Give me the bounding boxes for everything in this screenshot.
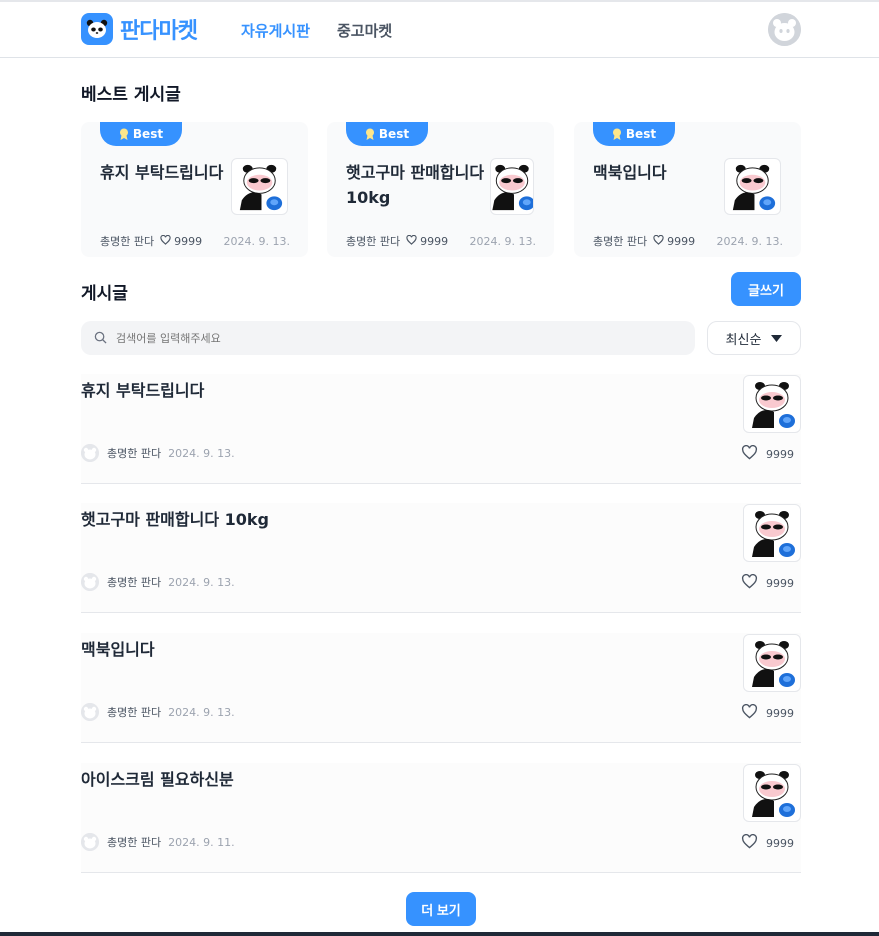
best-card-date: 2024. 9. 13. — [469, 234, 536, 248]
medal-icon — [365, 128, 375, 140]
panda-thumbnail — [743, 504, 801, 562]
caret-down-icon — [771, 331, 783, 346]
search-icon — [94, 329, 107, 348]
avatar — [81, 573, 99, 591]
post-like-count: 9999 — [766, 576, 794, 590]
best-card-title: 휴지 부탁드립니다 — [100, 163, 224, 182]
avatar — [81, 703, 99, 721]
best-card-author: 총명한 판다 — [100, 235, 155, 248]
best-card-meta: 총명한 판다 9999 2024. 9. 13. — [100, 233, 292, 249]
best-card-title: 햇고구마 판매합니다 10kg — [346, 163, 485, 207]
best-card-meta: 총명한 판다 9999 2024. 9. 13. — [346, 233, 538, 249]
panda-thumbnail — [724, 158, 781, 215]
best-card[interactable]: Best 휴지 부탁드립니다 총명한 판다 9999 2024. 9. 13. — [81, 122, 308, 257]
post-like-count: 9999 — [766, 706, 794, 720]
medal-icon — [612, 128, 622, 140]
search-bar[interactable] — [81, 321, 695, 355]
post-date: 2024. 9. 13. — [168, 575, 235, 589]
nav-used-market[interactable]: 중고마켓 — [337, 20, 392, 41]
load-more-button[interactable]: 더 보기 — [406, 892, 476, 926]
best-card[interactable]: Best 맥북입니다 총명한 판다 9999 2024. 9. 13. — [574, 122, 801, 257]
best-card-date: 2024. 9. 13. — [223, 234, 290, 248]
heart-icon — [160, 234, 171, 248]
heart-icon — [406, 234, 417, 248]
post-row[interactable]: 맥북입니다 총명한 판다 2024. 9. 13. 9999 — [81, 633, 801, 743]
best-card-likes: 9999 — [174, 234, 203, 248]
posts-title: 게시글 — [81, 284, 128, 304]
post-row[interactable]: 아이스크림 필요하신분 총명한 판다 2024. 9. 11. 9999 — [81, 763, 801, 873]
sort-label: 최신순 — [725, 332, 762, 348]
post-title: 햇고구마 판매합니다 10kg — [81, 510, 269, 529]
best-card-author: 총명한 판다 — [593, 235, 648, 248]
panda-logo-icon — [81, 13, 113, 45]
panda-thumbnail — [743, 375, 801, 433]
heart-icon — [653, 234, 664, 248]
heart-icon — [741, 833, 758, 852]
best-card-likes: 9999 — [420, 234, 449, 248]
post-meta: 총명한 판다 2024. 9. 13. — [81, 573, 235, 591]
logo[interactable]: 판다마켓 — [81, 13, 198, 45]
logo-text: 판다마켓 — [120, 19, 198, 44]
post-like[interactable]: 9999 — [741, 833, 794, 852]
heart-icon — [741, 703, 758, 722]
best-card-date: 2024. 9. 13. — [716, 234, 783, 248]
panda-thumbnail — [743, 764, 801, 822]
heart-icon — [741, 444, 758, 463]
post-meta: 총명한 판다 2024. 9. 13. — [81, 444, 235, 462]
post-title: 휴지 부탁드립니다 — [81, 381, 205, 400]
post-meta: 총명한 판다 2024. 9. 11. — [81, 833, 235, 851]
post-row[interactable]: 휴지 부탁드립니다 총명한 판다 2024. 9. 13. 9999 — [81, 374, 801, 484]
post-date: 2024. 9. 13. — [168, 705, 235, 719]
best-badge: Best — [346, 122, 428, 146]
best-card-meta: 총명한 판다 9999 2024. 9. 13. — [593, 233, 785, 249]
post-date: 2024. 9. 11. — [168, 835, 235, 849]
post-author: 총명한 판다 — [107, 576, 162, 589]
best-card-title: 맥북입니다 — [593, 163, 667, 182]
nav-free-board[interactable]: 자유게시판 — [241, 20, 310, 41]
medal-icon — [119, 128, 129, 140]
write-button[interactable]: 글쓰기 — [731, 272, 801, 306]
panda-thumbnail — [490, 158, 534, 215]
post-author: 총명한 판다 — [107, 706, 162, 719]
best-posts-title: 베스트 게시글 — [81, 85, 181, 105]
post-like[interactable]: 9999 — [741, 703, 794, 722]
post-like[interactable]: 9999 — [741, 444, 794, 463]
avatar — [81, 833, 99, 851]
best-badge: Best — [593, 122, 675, 146]
search-input[interactable] — [116, 331, 616, 345]
panda-thumbnail — [743, 634, 801, 692]
post-like[interactable]: 9999 — [741, 573, 794, 592]
best-badge-label: Best — [625, 127, 657, 141]
avatar — [81, 444, 99, 462]
sort-dropdown[interactable]: 최신순 — [707, 321, 801, 355]
best-card-author: 총명한 판다 — [346, 235, 401, 248]
post-row[interactable]: 햇고구마 판매합니다 10kg 총명한 판다 2024. 9. 13. 9999 — [81, 503, 801, 613]
post-author: 총명한 판다 — [107, 836, 162, 849]
heart-icon — [741, 573, 758, 592]
post-like-count: 9999 — [766, 836, 794, 850]
post-like-count: 9999 — [766, 447, 794, 461]
post-date: 2024. 9. 13. — [168, 446, 235, 460]
best-badge: Best — [100, 122, 182, 146]
panda-thumbnail — [231, 158, 288, 215]
post-title: 맥북입니다 — [81, 640, 155, 659]
best-card[interactable]: Best 햇고구마 판매합니다 10kg 총명한 판다 9999 2024. 9… — [327, 122, 554, 257]
best-badge-label: Best — [378, 127, 410, 141]
taskbar-edge — [0, 932, 879, 936]
post-title: 아이스크림 필요하신분 — [81, 770, 234, 789]
best-badge-label: Best — [132, 127, 164, 141]
header: 판다마켓 자유게시판 중고마켓 — [0, 2, 879, 58]
post-meta: 총명한 판다 2024. 9. 13. — [81, 703, 235, 721]
post-author: 총명한 판다 — [107, 447, 162, 460]
best-card-likes: 9999 — [667, 234, 696, 248]
profile-avatar-icon[interactable] — [768, 13, 801, 46]
